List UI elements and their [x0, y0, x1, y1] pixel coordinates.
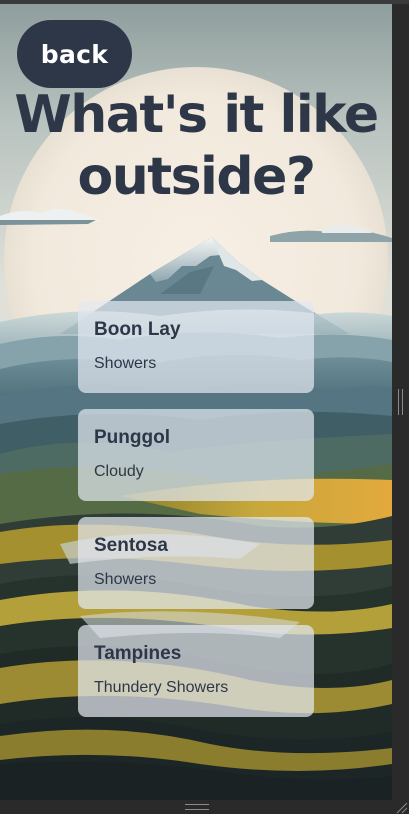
forecast-condition: Cloudy [94, 463, 144, 480]
forecast-city: Tampines [94, 643, 182, 664]
forecast-city: Sentosa [94, 535, 168, 556]
bottom-resize-grip-icon[interactable] [185, 804, 209, 810]
forecast-card[interactable]: Sentosa Showers [78, 517, 314, 609]
forecast-condition: Showers [94, 355, 157, 372]
forecast-card[interactable]: Punggol Cloudy [78, 409, 314, 501]
side-resize-grip-icon[interactable] [398, 389, 403, 415]
browser-window: back What's it like outside? Boon Lay Sh… [0, 0, 409, 814]
forecast-city: Punggol [94, 427, 170, 448]
forecast-condition: Showers [94, 571, 157, 588]
app-viewport: back What's it like outside? Boon Lay Sh… [0, 4, 392, 800]
forecast-list: Boon Lay Showers Punggol Cloudy Sentosa … [78, 301, 314, 733]
forecast-card[interactable]: Boon Lay Showers [78, 301, 314, 393]
forecast-condition: Thundery Showers [94, 679, 229, 696]
page-title: What's it like outside? [14, 85, 379, 207]
corner-resize-grip-icon[interactable] [394, 800, 408, 814]
forecast-card[interactable]: Tampines Thundery Showers [78, 625, 314, 717]
forecast-city: Boon Lay [94, 319, 181, 340]
back-button[interactable]: back [17, 20, 132, 88]
